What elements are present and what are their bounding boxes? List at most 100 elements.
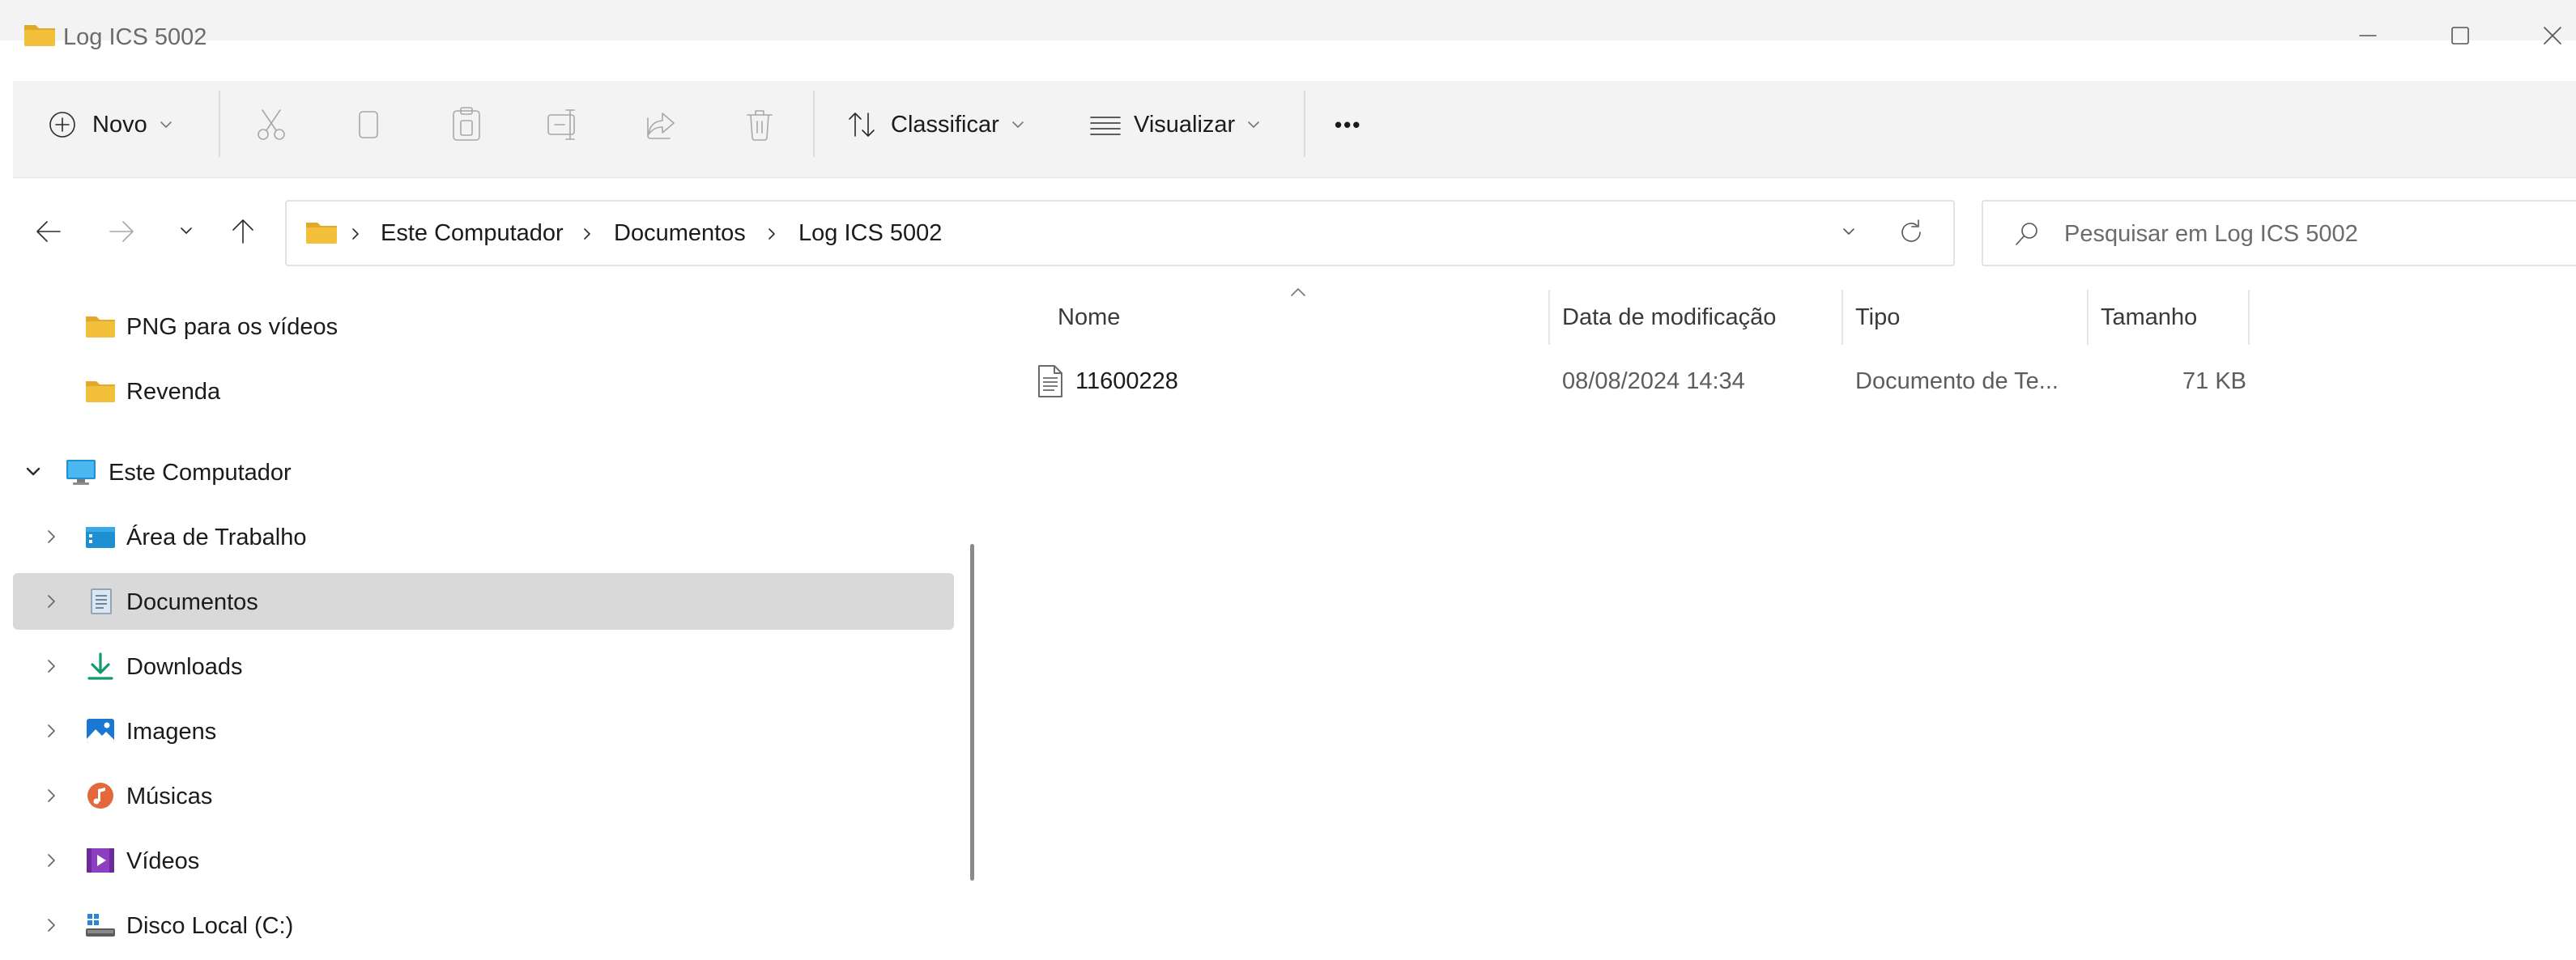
chevron-right-icon[interactable] [42, 852, 60, 869]
nav-item-downloads[interactable]: Downloads [13, 638, 954, 695]
nav-item-disco-local-c[interactable]: Disco Local (C:) [13, 897, 954, 954]
back-button[interactable] [29, 212, 68, 251]
documents-icon [91, 588, 112, 614]
sort-button[interactable]: Classificar [845, 100, 1025, 149]
toolbar-separator [813, 91, 815, 157]
nav-item-png-para-os-videos[interactable]: PNG para os vídeos [13, 298, 954, 355]
more-options-button[interactable]: ••• [1335, 100, 1361, 149]
chevron-down-icon [1011, 121, 1024, 128]
column-header-type[interactable]: Tipo [1855, 303, 1900, 332]
desktop-icon [86, 527, 115, 548]
file-type: Documento de Te... [1855, 368, 2059, 394]
copy-button[interactable] [355, 100, 382, 149]
nav-item-area-de-trabalho[interactable]: Área de Trabalho [13, 508, 954, 565]
pictures-icon [87, 719, 114, 743]
nav-item-este-computador[interactable]: Este Computador [13, 444, 954, 500]
rename-icon [547, 109, 575, 140]
chevron-down-icon [1248, 121, 1260, 128]
nav-item-documentos[interactable]: Documentos [13, 573, 954, 630]
cut-icon [258, 109, 285, 140]
chevron-right-icon[interactable] [42, 657, 60, 675]
rename-button[interactable] [546, 100, 580, 149]
arrow-left-icon [36, 221, 61, 242]
breadcrumb-documentos[interactable]: Documentos [614, 218, 746, 248]
column-header-name[interactable]: Nome [1058, 303, 1120, 332]
refresh-icon[interactable] [1895, 216, 1927, 248]
delete-icon [747, 110, 773, 141]
chevron-down-icon[interactable] [24, 463, 42, 481]
address-bar[interactable]: Este Computador Documentos Log ICS 5002 [285, 200, 1955, 266]
chevron-right-icon [584, 228, 590, 240]
search-box[interactable] [1982, 200, 2576, 266]
sort-icon [849, 113, 875, 137]
nav-item-musicas[interactable]: Músicas [13, 767, 954, 824]
minimize-button[interactable] [2350, 18, 2386, 53]
view-button[interactable]: Visualizar [1088, 100, 1261, 149]
file-modified: 08/08/2024 14:34 [1562, 368, 1745, 394]
column-divider[interactable] [2248, 290, 2250, 345]
breadcrumb-este-computador[interactable]: Este Computador [381, 218, 564, 248]
new-label: Novo [92, 111, 147, 138]
share-button[interactable] [645, 100, 679, 149]
videos-icon [87, 848, 114, 873]
nav-item-imagens[interactable]: Imagens [13, 703, 954, 759]
column-divider[interactable] [1548, 290, 1550, 345]
view-label: Visualizar [1134, 111, 1236, 138]
chevron-down-icon[interactable] [1840, 226, 1858, 239]
sort-ascending-icon [1291, 288, 1305, 296]
toolbar-separator [1304, 91, 1305, 157]
window-title: Log ICS 5002 [63, 24, 207, 50]
navigation-scrollbar[interactable] [970, 544, 974, 881]
close-button[interactable] [2535, 18, 2570, 53]
paste-icon [453, 107, 480, 141]
folder-icon [86, 381, 115, 402]
file-size: 71 KB [2182, 368, 2246, 394]
paste-button[interactable] [450, 100, 483, 149]
add-icon [49, 112, 75, 138]
folder-icon [306, 223, 337, 244]
new-button[interactable]: Novo [47, 100, 173, 149]
music-icon [87, 783, 113, 809]
drive-icon [86, 914, 115, 937]
column-divider[interactable] [2087, 290, 2088, 345]
recent-locations-button[interactable] [167, 212, 206, 251]
nav-item-label: Imagens [126, 719, 217, 745]
column-divider[interactable] [1842, 290, 1843, 345]
chevron-right-icon[interactable] [42, 528, 60, 546]
search-input[interactable] [2064, 216, 2550, 252]
delete-button[interactable] [743, 100, 776, 149]
cut-button[interactable] [254, 100, 288, 149]
forward-button[interactable] [102, 212, 141, 251]
chevron-right-icon[interactable] [42, 722, 60, 740]
maximize-icon [2451, 27, 2469, 45]
more-icon: ••• [1335, 112, 1362, 137]
arrow-right-icon [109, 221, 134, 242]
column-header-modified[interactable]: Data de modificação [1562, 303, 1776, 332]
nav-item-label: Downloads [126, 654, 243, 680]
computer-icon [66, 460, 96, 485]
nav-item-label: PNG para os vídeos [126, 314, 338, 340]
nav-item-revenda[interactable]: Revenda [13, 363, 954, 419]
title-bar [0, 0, 2576, 40]
column-header-size[interactable]: Tamanho [2101, 303, 2197, 332]
view-icon [1090, 117, 1121, 135]
nav-item-videos[interactable]: Vídeos [13, 832, 954, 889]
chevron-right-icon[interactable] [42, 593, 60, 610]
text-file-icon [1038, 365, 1062, 397]
chevron-down-icon [181, 227, 192, 234]
maximize-button[interactable] [2442, 18, 2478, 53]
folder-icon [86, 316, 115, 338]
nav-item-label: Este Computador [109, 460, 292, 486]
chevron-right-icon [769, 228, 775, 240]
up-button[interactable] [224, 212, 262, 251]
file-row[interactable]: 11600228 08/08/2024 14:34 Documento de T… [1022, 356, 2253, 406]
toolbar-separator [219, 91, 220, 157]
breadcrumb-log-ics-5002[interactable]: Log ICS 5002 [798, 218, 942, 248]
nav-item-label: Revenda [126, 379, 221, 405]
search-icon [2016, 223, 2037, 245]
chevron-right-icon[interactable] [42, 916, 60, 934]
arrow-up-icon [232, 219, 253, 244]
chevron-right-icon[interactable] [42, 787, 60, 805]
file-name[interactable]: 11600228 [1075, 367, 1178, 396]
folder-icon [24, 25, 55, 46]
